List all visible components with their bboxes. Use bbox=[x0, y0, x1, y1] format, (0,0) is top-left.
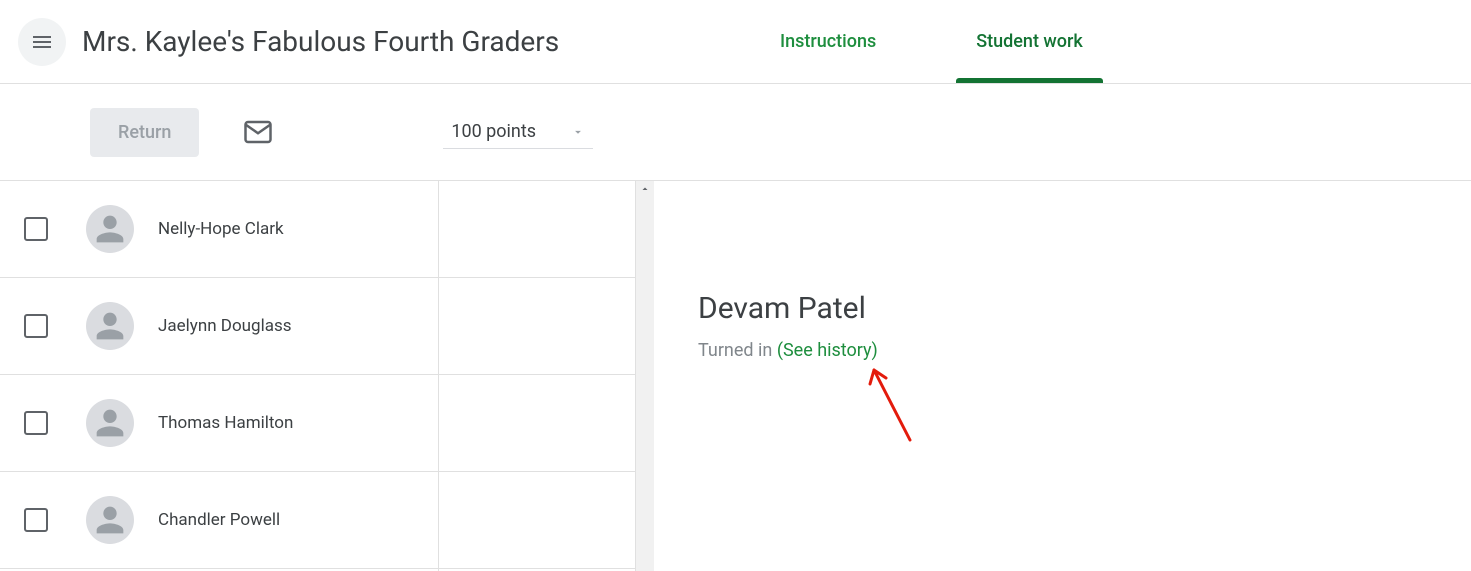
return-button[interactable]: Return bbox=[90, 108, 199, 157]
detail-student-name: Devam Patel bbox=[698, 291, 1471, 326]
person-icon bbox=[90, 306, 130, 346]
student-name: Jaelynn Douglass bbox=[158, 316, 292, 336]
scrollbar[interactable] bbox=[636, 181, 654, 571]
main-content: Nelly-Hope Clark Jaelynn Douglass Thomas… bbox=[0, 180, 1471, 571]
person-icon bbox=[90, 209, 130, 249]
grade-cell[interactable] bbox=[439, 375, 635, 472]
person-icon bbox=[90, 403, 130, 443]
avatar bbox=[86, 399, 134, 447]
student-row[interactable]: Nelly-Hope Clark bbox=[0, 181, 438, 278]
dropdown-icon bbox=[571, 125, 585, 139]
student-checkbox[interactable] bbox=[24, 217, 48, 241]
status-text: Turned in bbox=[698, 340, 777, 361]
toolbar: Return 100 points bbox=[0, 84, 1471, 180]
grade-cell[interactable] bbox=[439, 278, 635, 375]
student-list: Nelly-Hope Clark Jaelynn Douglass Thomas… bbox=[0, 181, 438, 571]
student-name: Thomas Hamilton bbox=[158, 413, 293, 433]
points-value: 100 points bbox=[451, 121, 536, 142]
grade-cell[interactable] bbox=[439, 472, 635, 569]
header-bar: Mrs. Kaylee's Fabulous Fourth Graders In… bbox=[0, 0, 1471, 84]
tab-bar: Instructions Student work bbox=[760, 0, 1103, 83]
tab-student-work[interactable]: Student work bbox=[956, 0, 1103, 83]
avatar bbox=[86, 302, 134, 350]
student-row[interactable]: Thomas Hamilton bbox=[0, 375, 438, 472]
person-icon bbox=[90, 500, 130, 540]
avatar bbox=[86, 496, 134, 544]
student-row[interactable]: Jaelynn Douglass bbox=[0, 278, 438, 375]
hamburger-icon bbox=[30, 30, 54, 54]
email-button[interactable] bbox=[243, 117, 273, 147]
see-history-link[interactable]: (See history) bbox=[777, 340, 878, 361]
points-dropdown[interactable]: 100 points bbox=[443, 115, 593, 149]
student-checkbox[interactable] bbox=[24, 314, 48, 338]
class-title[interactable]: Mrs. Kaylee's Fabulous Fourth Graders bbox=[82, 25, 559, 58]
submission-status: Turned in (See history) bbox=[698, 340, 1471, 361]
avatar bbox=[86, 205, 134, 253]
student-detail-panel: Devam Patel Turned in (See history) bbox=[654, 181, 1471, 571]
student-checkbox[interactable] bbox=[24, 508, 48, 532]
student-name: Chandler Powell bbox=[158, 510, 280, 530]
grade-cell[interactable] bbox=[439, 181, 635, 278]
grade-column bbox=[438, 181, 636, 571]
email-icon bbox=[243, 117, 273, 147]
student-name: Nelly-Hope Clark bbox=[158, 219, 284, 239]
main-menu-button[interactable] bbox=[18, 18, 66, 66]
tab-instructions[interactable]: Instructions bbox=[760, 0, 896, 83]
student-checkbox[interactable] bbox=[24, 411, 48, 435]
scroll-up-icon bbox=[639, 183, 651, 195]
student-row[interactable]: Chandler Powell bbox=[0, 472, 438, 569]
